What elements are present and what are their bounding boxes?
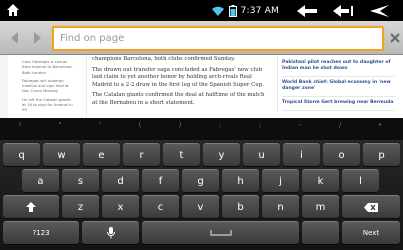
key-v[interactable]: v [182, 195, 219, 218]
key-a[interactable]: a [22, 169, 59, 192]
status-bar: 7:37 AM [0, 0, 403, 21]
wifi-icon [211, 6, 224, 16]
related-link[interactable]: Pakistani pilot reaches out to daughter … [282, 57, 395, 77]
key-c[interactable]: c [142, 195, 179, 218]
symbol-hint: ) [178, 121, 182, 129]
soft-keyboard: ! " ' ( ) : ; - / • q w e r t y u i o p … [0, 118, 403, 250]
key-k[interactable]: k [302, 169, 339, 192]
key-x[interactable]: x [102, 195, 139, 218]
column-divider [86, 55, 87, 118]
key-y[interactable]: y [203, 143, 240, 166]
key-w[interactable]: w [43, 143, 80, 166]
article-paragraph: The drawn out transfer saga concluded as… [92, 66, 264, 88]
key-m[interactable]: m [302, 195, 339, 218]
key-o[interactable]: o [323, 143, 360, 166]
next-match-icon[interactable] [28, 29, 46, 47]
key-n[interactable]: n [262, 195, 299, 218]
home-icon[interactable] [6, 3, 20, 17]
web-content: Cesc Fabregas is casual from Arsenal to … [0, 55, 403, 118]
close-icon[interactable] [389, 31, 401, 45]
key-s[interactable]: s [62, 169, 99, 192]
key-row-3: z x c v b n m [0, 195, 403, 220]
scroll-gutter [0, 55, 8, 118]
symbol-hint: ! [18, 121, 22, 129]
snippet-text: Cesc Fabregas is casual from Arsenal to … [22, 59, 73, 75]
article-paragraph: The Catalan giants confirmed the deal at… [92, 92, 265, 106]
article-paragraph: champions Barcelona, both clubs confirme… [92, 56, 236, 62]
symbol-hint: ( [138, 121, 142, 129]
battery-icon [228, 4, 237, 17]
menu-icon[interactable] [331, 4, 357, 18]
key-z[interactable]: z [62, 195, 99, 218]
next-key[interactable]: Next [342, 221, 400, 244]
key-row-1: q w e r t y u i o p [0, 143, 403, 168]
clock: 7:37 AM [240, 5, 279, 16]
related-link[interactable]: Tropical Storm Gert brewing near Bermuda [282, 97, 395, 111]
key-h[interactable]: h [222, 169, 259, 192]
snippet-text: He left the Catalan giants at 16 to play… [22, 96, 73, 113]
symbol-hint: • [377, 121, 383, 129]
key-row-4: ?123 Next [0, 221, 403, 246]
symbol-hint: - [298, 121, 302, 129]
previous-match-icon[interactable] [6, 29, 24, 47]
article-body: champions Barcelona, both clubs confirme… [92, 56, 270, 111]
key-u[interactable]: u [243, 143, 280, 166]
find-placeholder: Find on page [60, 33, 125, 44]
voice-input-key[interactable] [82, 221, 139, 244]
symbol-hint: ' [99, 121, 101, 129]
space-key[interactable] [142, 221, 299, 244]
backspace-key[interactable] [342, 195, 400, 218]
key-row-2: a s d f g h j k l [0, 169, 403, 194]
back-icon[interactable] [295, 4, 321, 18]
find-bar: Find on page [0, 21, 403, 55]
key-q[interactable]: q [3, 143, 40, 166]
symbols-key[interactable]: ?123 [3, 221, 79, 244]
key-b[interactable]: b [222, 195, 259, 218]
key-i[interactable]: i [283, 143, 320, 166]
key-r[interactable]: r [123, 143, 160, 166]
find-input[interactable]: Find on page [52, 26, 384, 51]
symbol-hint: : [218, 121, 222, 129]
symbol-hint-strip: ! " ' ( ) : ; - / • [0, 118, 403, 141]
shift-icon [26, 202, 36, 212]
snippet-text: Fabregas will undergo medical and sign d… [22, 77, 69, 94]
symbol-hint: ; [258, 121, 262, 129]
key-d[interactable]: d [102, 169, 139, 192]
related-links: Pakistani pilot reaches out to daughter … [277, 57, 395, 111]
key-e[interactable]: e [83, 143, 120, 166]
symbol-hint: / [338, 121, 342, 129]
key-f[interactable]: f [142, 169, 179, 192]
space-icon [209, 230, 232, 236]
key-p[interactable]: p [363, 143, 400, 166]
key-t[interactable]: t [163, 143, 200, 166]
microphone-icon [106, 227, 115, 239]
symbol-hint: " [58, 121, 62, 129]
shift-key[interactable] [3, 195, 59, 218]
key-l[interactable]: l [342, 169, 379, 192]
return-icon[interactable] [367, 4, 393, 18]
period-key[interactable] [302, 221, 339, 244]
backspace-icon [364, 202, 378, 212]
key-j[interactable]: j [262, 169, 299, 192]
sidebar-snippets: Cesc Fabregas is casual from Arsenal to … [22, 59, 74, 116]
related-link[interactable]: World Bank chief: Global economy in 'new… [282, 77, 395, 97]
key-g[interactable]: g [182, 169, 219, 192]
